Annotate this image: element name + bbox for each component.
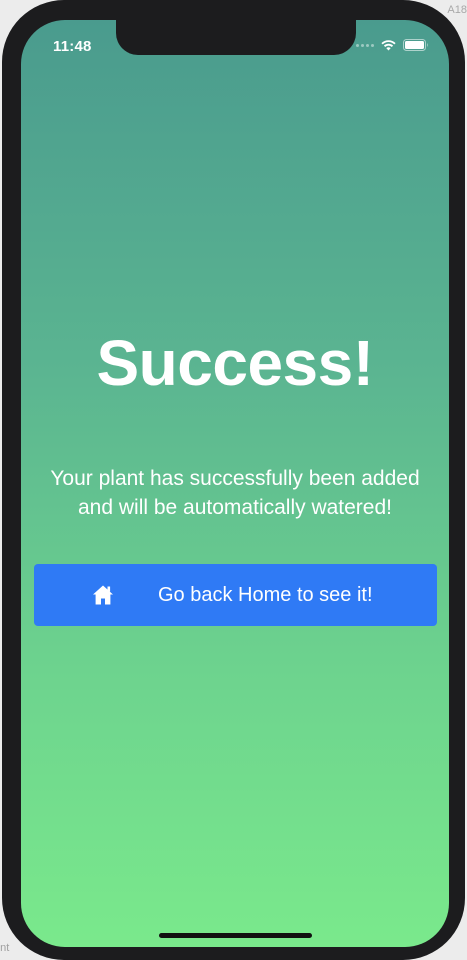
go-home-button-label: Go back Home to see it! [158, 584, 373, 606]
success-message-line-1: Your plant has successfully been added [50, 467, 420, 490]
device-notch [116, 20, 356, 55]
desktop-corner-text: A18 [447, 4, 467, 16]
wifi-icon [381, 40, 396, 51]
desktop-bottom-text: ont [0, 942, 10, 954]
success-message-line-2: and will be automatically watered! [78, 496, 392, 519]
phone-frame: 11:48 Success! Your plant has successful… [2, 0, 465, 960]
success-title: Success! [96, 327, 374, 399]
status-bar-icons [356, 39, 429, 51]
home-indicator[interactable] [159, 933, 312, 938]
home-icon [93, 585, 113, 605]
app-screen: 11:48 Success! Your plant has successful… [21, 20, 449, 947]
cellular-signal-icon [356, 43, 374, 47]
go-home-button[interactable]: Go back Home to see it! [34, 564, 437, 626]
success-message: Your plant has successfully been added a… [21, 464, 449, 522]
battery-icon [403, 39, 428, 51]
status-bar-time: 11:48 [53, 38, 92, 55]
